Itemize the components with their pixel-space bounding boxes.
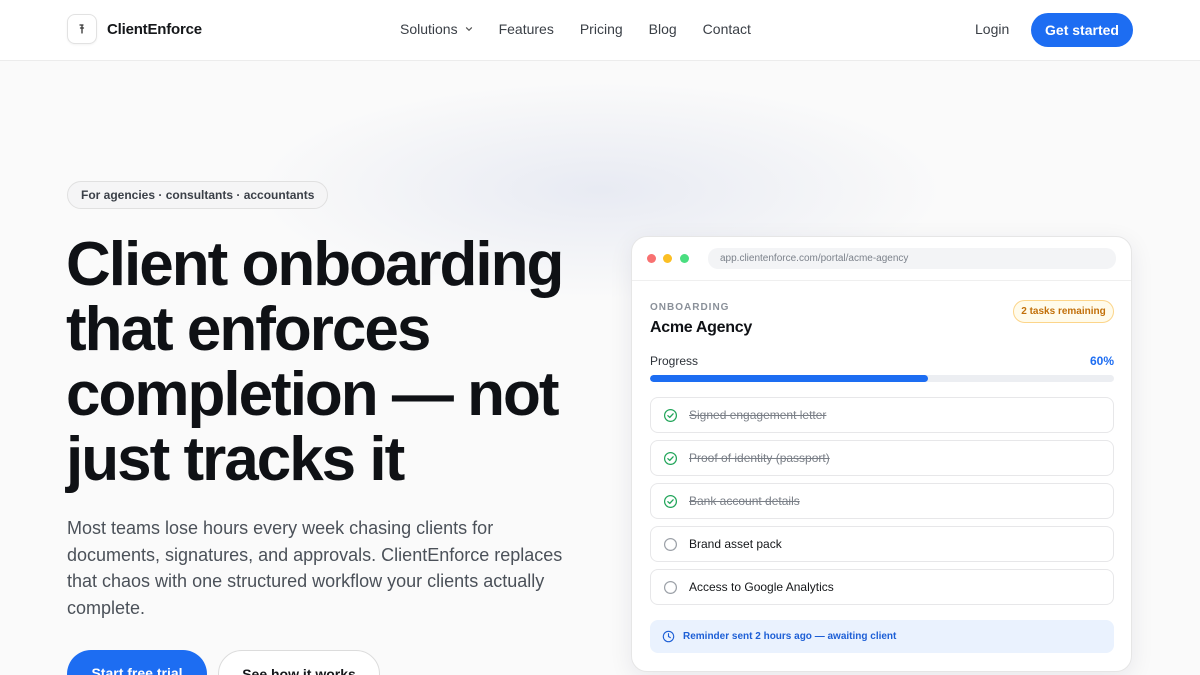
section-label: ONBOARDING [650, 302, 730, 313]
task-item[interactable]: Bank account details [650, 483, 1114, 519]
hero-headline: Client onboarding that enforces completi… [66, 230, 564, 494]
close-dot-icon [647, 254, 656, 263]
get-started-button[interactable]: Get started [1031, 13, 1133, 47]
reminder-text: Reminder sent 2 hours ago — awaiting cli… [683, 631, 897, 642]
nav-link-pricing[interactable]: Pricing [580, 21, 623, 37]
empty-circle-icon [663, 537, 678, 551]
task-item[interactable]: Signed engagement letter [650, 397, 1114, 433]
task-label: Bank account details [689, 494, 800, 508]
nav-links: Solutions Features Pricing Blog Contact [400, 21, 777, 37]
portal-preview-window: app.clientenforce.com/portal/acme-agency… [631, 236, 1132, 672]
progress-label: Progress [650, 354, 699, 368]
task-label: Signed engagement letter [689, 408, 827, 422]
task-label: Proof of identity (passport) [689, 451, 830, 465]
task-list: Signed engagement letter Proof of identit… [650, 397, 1114, 612]
clock-icon [662, 630, 675, 643]
maximize-dot-icon [680, 254, 689, 263]
hero-subtext: Most teams lose hours every week chasing… [67, 518, 563, 618]
browser-chrome: app.clientenforce.com/portal/acme-agency [632, 237, 1131, 281]
brand-logo[interactable]: ClientEnforce [67, 14, 202, 44]
task-label: Brand asset pack [689, 537, 782, 551]
start-free-trial-button[interactable]: Start free trial [67, 650, 207, 675]
task-item[interactable]: Proof of identity (passport) [650, 440, 1114, 476]
reminder-banner: Reminder sent 2 hours ago — awaiting cli… [650, 620, 1114, 653]
task-label: Access to Google Analytics [689, 580, 834, 594]
chevron-down-icon [465, 27, 472, 32]
client-name: Acme Agency [650, 319, 752, 336]
minimize-dot-icon [663, 254, 672, 263]
task-item[interactable]: Access to Google Analytics [650, 569, 1114, 605]
check-circle-icon [663, 408, 678, 422]
tasks-remaining-badge: 2 tasks remaining [1013, 300, 1114, 323]
empty-circle-icon [663, 580, 678, 594]
progress-value: 60% [1089, 354, 1114, 368]
brand-name: ClientEnforce [107, 20, 202, 38]
address-bar: app.clientenforce.com/portal/acme-agency [708, 248, 1116, 269]
see-how-it-works-button[interactable]: See how it works [218, 650, 380, 675]
nav-link-solutions[interactable]: Solutions [400, 21, 473, 37]
logo-icon [67, 14, 97, 44]
progress-bar-fill [650, 375, 929, 382]
top-navigation: ClientEnforce Solutions Features Pricing… [0, 0, 1200, 61]
nav-link-features[interactable]: Features [499, 21, 554, 37]
check-circle-icon [663, 451, 678, 465]
login-link[interactable]: Login [975, 21, 1009, 37]
progress-bar [650, 375, 1114, 382]
check-circle-icon [663, 494, 678, 508]
nav-link-blog[interactable]: Blog [649, 21, 677, 37]
audience-pill: For agencies · consultants · accountants [67, 181, 329, 209]
task-item[interactable]: Brand asset pack [650, 526, 1114, 562]
nav-link-label: Solutions [400, 21, 458, 37]
nav-link-contact[interactable]: Contact [703, 21, 751, 37]
